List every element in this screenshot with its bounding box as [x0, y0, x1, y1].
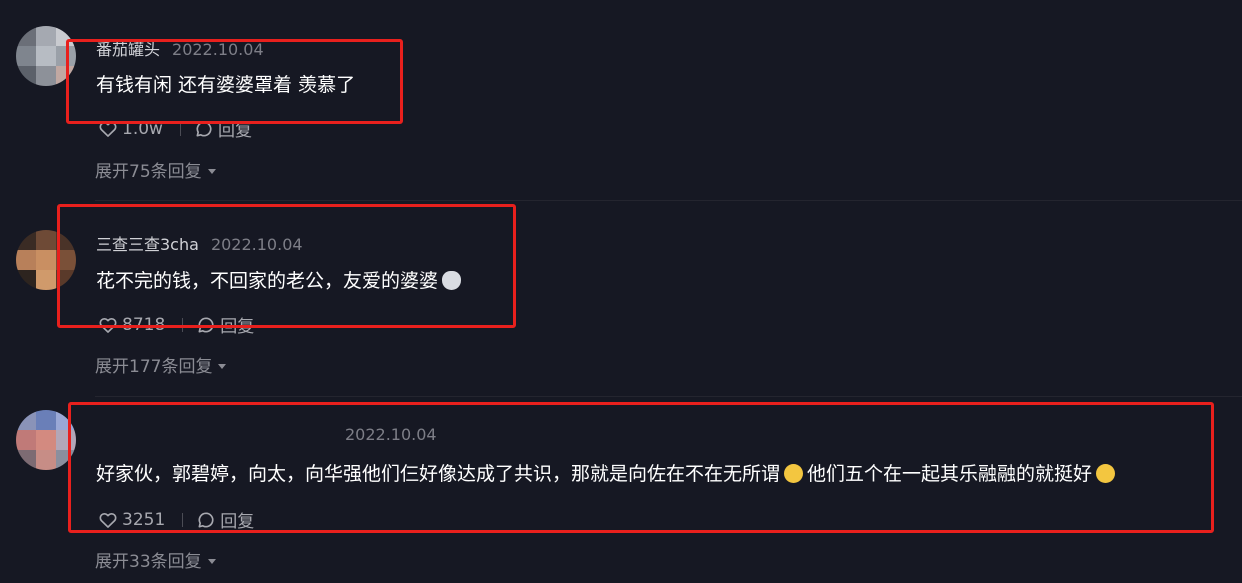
like-count: 3251: [122, 509, 166, 530]
expand-replies-button[interactable]: 展开177条回复: [95, 352, 227, 377]
comment-text-content: 他们五个在一起其乐融融的就挺好: [807, 463, 1093, 485]
expand-replies-label: 展开75条回复: [95, 162, 202, 182]
comment-text: 花不完的钱，不回家的老公，友爱的婆婆: [96, 266, 465, 293]
comment-date: 2022.10.04: [345, 425, 437, 444]
comment-date: 2022.10.04: [210, 235, 303, 254]
comment-item: 三查三查3cha 2022.10.04 花不完的钱，不回家的老公，友爱的婆婆 87…: [0, 200, 1242, 396]
expand-replies-button[interactable]: 展开75条回复: [95, 157, 216, 182]
comment-text-content: 花不完的钱，不回家的老公，友爱的婆婆: [96, 270, 439, 292]
expand-replies-button[interactable]: 展开33条回复: [95, 547, 216, 572]
reply-button[interactable]: 回复: [218, 116, 252, 141]
comment-meta: 三查三查3cha 2022.10.04: [96, 231, 303, 255]
comment-actions: 3251 回复: [98, 507, 254, 532]
avatar[interactable]: [16, 410, 76, 470]
speech-bubble-icon[interactable]: [196, 315, 216, 335]
divider: [182, 512, 184, 527]
speech-bubble-icon[interactable]: [194, 119, 214, 139]
divider: [182, 317, 184, 332]
avatar[interactable]: [16, 230, 76, 290]
caret-down-icon: [207, 169, 216, 174]
reply-button[interactable]: 回复: [220, 507, 254, 532]
like-count: 1.0w: [122, 118, 163, 139]
comment-actions: 8718 回复: [98, 312, 254, 337]
caret-down-icon: [207, 559, 216, 564]
comment-text: 好家伙，郭碧婷，向太，向华强他们仨好像达成了共识，那就是向佐在不在无所谓 他们五个…: [96, 459, 1119, 486]
heart-outline-icon[interactable]: [98, 119, 118, 139]
comment-meta: 番茄罐头 2022.10.04: [96, 36, 264, 60]
comment-date: 2022.10.04: [172, 40, 264, 59]
comment-text-content: 好家伙，郭碧婷，向太，向华强他们仨好像达成了共识，那就是向佐在不在无所谓: [96, 463, 781, 485]
caret-down-icon: [218, 364, 227, 369]
comment-list: 番茄罐头 2022.10.04 有钱有闲 还有婆婆罩着 羡慕了 1.0w 回复 展…: [0, 0, 1242, 583]
expand-replies-label: 展开177条回复: [95, 357, 213, 377]
comment-actions: 1.0w 回复: [98, 116, 252, 141]
comment-meta: 2022.10.04: [345, 425, 437, 444]
username[interactable]: 番茄罐头: [96, 40, 160, 59]
laughing-tears-emoji: [784, 464, 804, 483]
avatar[interactable]: [16, 26, 76, 86]
comment-item: 番茄罐头 2022.10.04 有钱有闲 还有婆婆罩着 羡慕了 1.0w 回复 展…: [0, 0, 1242, 200]
expand-replies-label: 展开33条回复: [95, 552, 202, 572]
heart-outline-icon[interactable]: [98, 315, 118, 335]
like-count: 8718: [122, 314, 166, 335]
laughing-tears-emoji: [1096, 464, 1116, 483]
reply-button[interactable]: 回复: [220, 312, 254, 337]
cat-face-emoji: [442, 271, 462, 290]
heart-outline-icon[interactable]: [98, 510, 118, 530]
username[interactable]: 三查三查3cha: [96, 235, 199, 254]
comment-item: 2022.10.04 好家伙，郭碧婷，向太，向华强他们仨好像达成了共识，那就是向…: [0, 396, 1242, 583]
speech-bubble-icon[interactable]: [196, 510, 216, 530]
comment-text: 有钱有闲 还有婆婆罩着 羡慕了: [96, 74, 356, 96]
divider: [179, 121, 181, 136]
